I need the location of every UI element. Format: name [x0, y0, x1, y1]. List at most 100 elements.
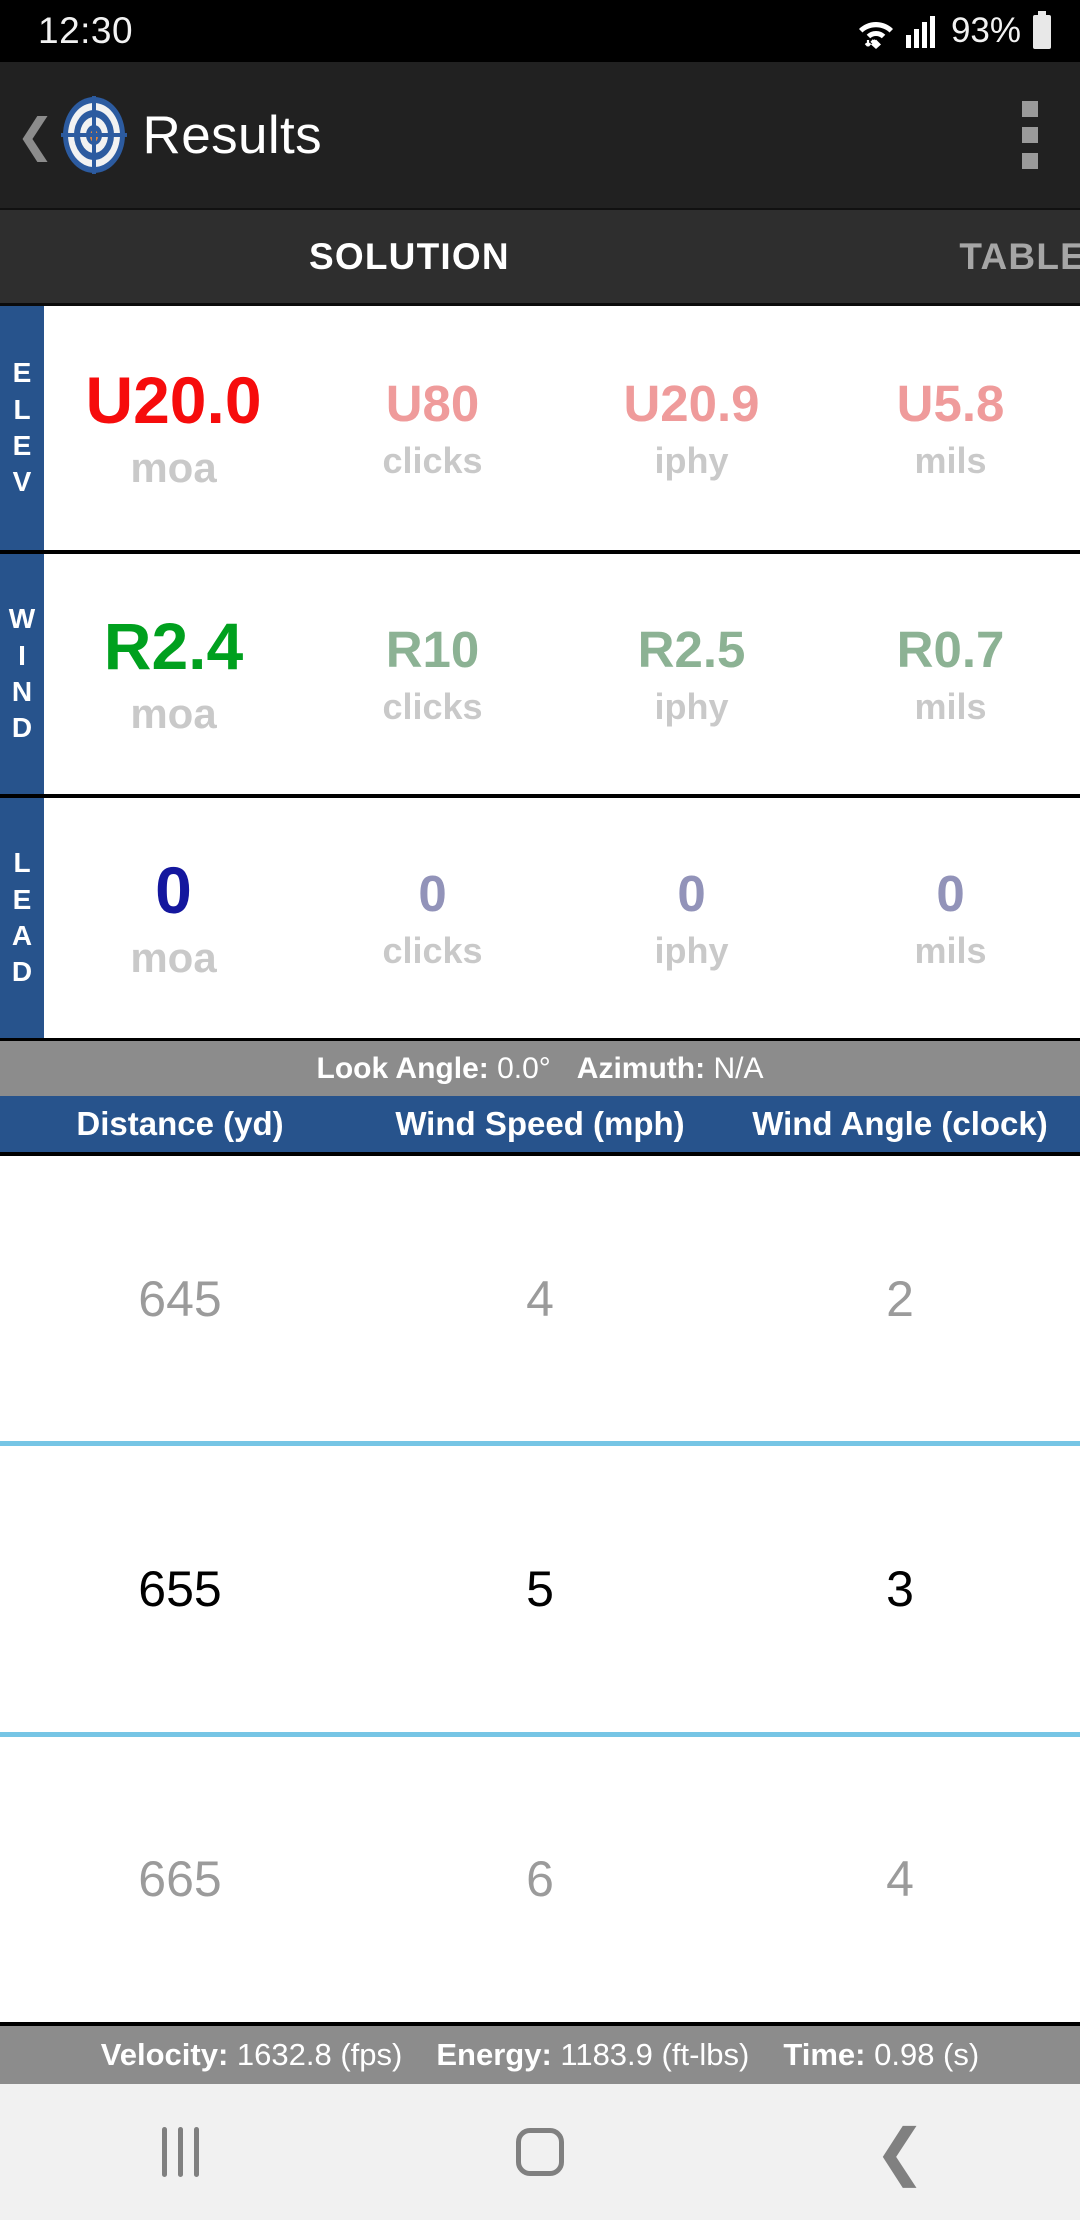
action-bar: ❮ Results	[0, 62, 1080, 210]
solution-row-wind: W I N D R2.4 moa R10 clicks R2.5 iphy R0…	[0, 550, 1080, 794]
overflow-menu-icon[interactable]	[1010, 91, 1050, 179]
android-nav-bar: ❮	[0, 2084, 1080, 2220]
recents-icon	[161, 2127, 199, 2177]
elev-clicks-unit: clicks	[382, 439, 483, 481]
elev-moa-unit: moa	[130, 444, 217, 491]
wind-moa-value: R2.4	[103, 609, 244, 683]
row-label-lead: L E A D	[0, 798, 44, 1038]
nav-home-button[interactable]	[465, 2084, 615, 2220]
table-row[interactable]: 645 4 2	[0, 1156, 1080, 1441]
row-label-letter: A	[11, 920, 33, 951]
solution-row-elev: E L E V U20.0 moa U80 clicks U20.9 iphy	[0, 306, 1080, 550]
elev-moa-cell[interactable]: U20.0 moa	[44, 367, 303, 489]
wind-moa-cell[interactable]: R2.4 moa	[44, 613, 303, 735]
look-angle-label: Look Angle:	[316, 1051, 489, 1085]
wifi-icon	[858, 22, 893, 49]
cell-wind-speed: 6	[526, 1851, 554, 1908]
battery-percent-label: 93%	[950, 11, 1021, 50]
nav-recents-button[interactable]	[105, 2084, 255, 2220]
wind-clicks-unit: clicks	[382, 685, 483, 727]
lead-moa-unit: moa	[130, 934, 217, 981]
cell-wind-speed: 5	[526, 1560, 554, 1617]
row-label-letter: N	[11, 676, 33, 707]
wind-iphy-cell[interactable]: R2.5 iphy	[562, 624, 821, 725]
battery-icon	[1033, 11, 1051, 49]
cell-wind-angle: 3	[886, 1560, 914, 1617]
elev-mils-value: U5.8	[896, 374, 1005, 432]
cell-distance: 665	[138, 1851, 222, 1908]
lead-mils-value: 0	[936, 864, 965, 922]
lead-iphy-cell[interactable]: 0 iphy	[562, 868, 821, 969]
energy-label: Energy:	[436, 2037, 552, 2072]
row-label-letter: L	[13, 847, 31, 879]
row-label-wind: W I N D	[0, 554, 44, 794]
table-row[interactable]: 665 6 4	[0, 1737, 1080, 2022]
lead-mils-cell[interactable]: 0 mils	[821, 868, 1080, 969]
ballistics-stat-bar: Velocity: 1632.8 (fps) Energy: 1183.9 (f…	[0, 2022, 1080, 2084]
row-label-letter: W	[8, 603, 36, 635]
elev-values: U20.0 moa U80 clicks U20.9 iphy U5.8 mil…	[44, 306, 1080, 550]
row-label-letter: E	[12, 357, 32, 389]
wind-moa-unit: moa	[130, 690, 217, 737]
status-bar: 12:30 93%	[0, 0, 1080, 62]
row-label-letter: E	[12, 883, 32, 915]
velocity-pair: Velocity: 1632.8 (fps)	[101, 2037, 403, 2073]
lead-moa-cell[interactable]: 0 moa	[44, 857, 303, 979]
lead-clicks-unit: clicks	[382, 929, 483, 971]
overflow-dot	[1022, 101, 1038, 117]
lead-moa-value: 0	[155, 853, 192, 927]
azimuth-pair: Azimuth: N/A	[577, 1052, 764, 1086]
elev-clicks-cell[interactable]: U80 clicks	[303, 378, 562, 479]
elev-clicks-value: U80	[385, 374, 480, 432]
look-angle-pair: Look Angle: 0.0°	[317, 1052, 551, 1086]
cell-distance: 645	[138, 1270, 222, 1327]
recents-bar	[193, 2127, 199, 2177]
recents-bar	[161, 2127, 167, 2177]
elev-mils-unit: mils	[914, 439, 987, 481]
wind-mils-value: R0.7	[896, 620, 1005, 678]
lead-clicks-value: 0	[418, 864, 447, 922]
table-body[interactable]: 645 4 2 655 5 3 665 6 4	[0, 1156, 1080, 2022]
target-crosshair-logo-icon	[60, 96, 127, 174]
row-label-letter: L	[13, 393, 31, 425]
elev-moa-value: U20.0	[85, 363, 262, 437]
solution-row-lead: L E A D 0 moa 0 clicks 0 iphy 0 mils	[0, 794, 1080, 1038]
lead-clicks-cell[interactable]: 0 clicks	[303, 868, 562, 969]
look-angle-value: 0.0°	[497, 1051, 551, 1085]
elev-iphy-unit: iphy	[654, 439, 729, 481]
tab-table[interactable]: TABLE	[959, 236, 1080, 278]
velocity-label: Velocity:	[100, 2037, 229, 2072]
row-label-letter: D	[11, 956, 33, 988]
lead-values: 0 moa 0 clicks 0 iphy 0 mils	[44, 798, 1080, 1038]
wind-iphy-value: R2.5	[637, 620, 746, 678]
column-header-distance: Distance (yd)	[76, 1105, 284, 1142]
wind-values: R2.4 moa R10 clicks R2.5 iphy R0.7 mils	[44, 554, 1080, 794]
overflow-dot	[1022, 127, 1038, 143]
nav-back-button[interactable]: ❮	[825, 2084, 975, 2220]
wind-clicks-cell[interactable]: R10 clicks	[303, 624, 562, 725]
cell-wind-angle: 2	[886, 1270, 914, 1327]
cell-wind-speed: 4	[526, 1270, 554, 1327]
azimuth-value: N/A	[713, 1051, 764, 1085]
status-clock: 12:30	[38, 10, 134, 51]
row-label-elev: E L E V	[0, 306, 44, 550]
home-icon	[516, 2128, 564, 2176]
back-chevron-icon[interactable]: ❮	[8, 112, 61, 158]
wind-mils-cell[interactable]: R0.7 mils	[821, 624, 1080, 725]
wind-clicks-value: R10	[385, 620, 480, 678]
look-angle-bar: Look Angle: 0.0° Azimuth: N/A	[0, 1038, 1080, 1096]
recents-bar	[177, 2127, 183, 2177]
back-icon: ❮	[874, 2115, 926, 2189]
elev-iphy-cell[interactable]: U20.9 iphy	[562, 378, 821, 479]
time-value: 0.98 (s)	[874, 2037, 980, 2072]
lead-iphy-value: 0	[677, 864, 706, 922]
row-label-letter: D	[11, 712, 33, 744]
cellular-signal-icon	[905, 16, 935, 48]
table-row-selected[interactable]: 655 5 3	[0, 1441, 1080, 1737]
solution-panel: E L E V U20.0 moa U80 clicks U20.9 iphy	[0, 306, 1080, 1038]
phone-screen: 12:30 93% ❮ Results SOLUTION TABLE E L E…	[0, 0, 1080, 2220]
tab-solution[interactable]: SOLUTION	[309, 236, 510, 278]
elev-mils-cell[interactable]: U5.8 mils	[821, 378, 1080, 479]
lead-mils-unit: mils	[914, 929, 987, 971]
time-label: Time:	[783, 2037, 866, 2072]
